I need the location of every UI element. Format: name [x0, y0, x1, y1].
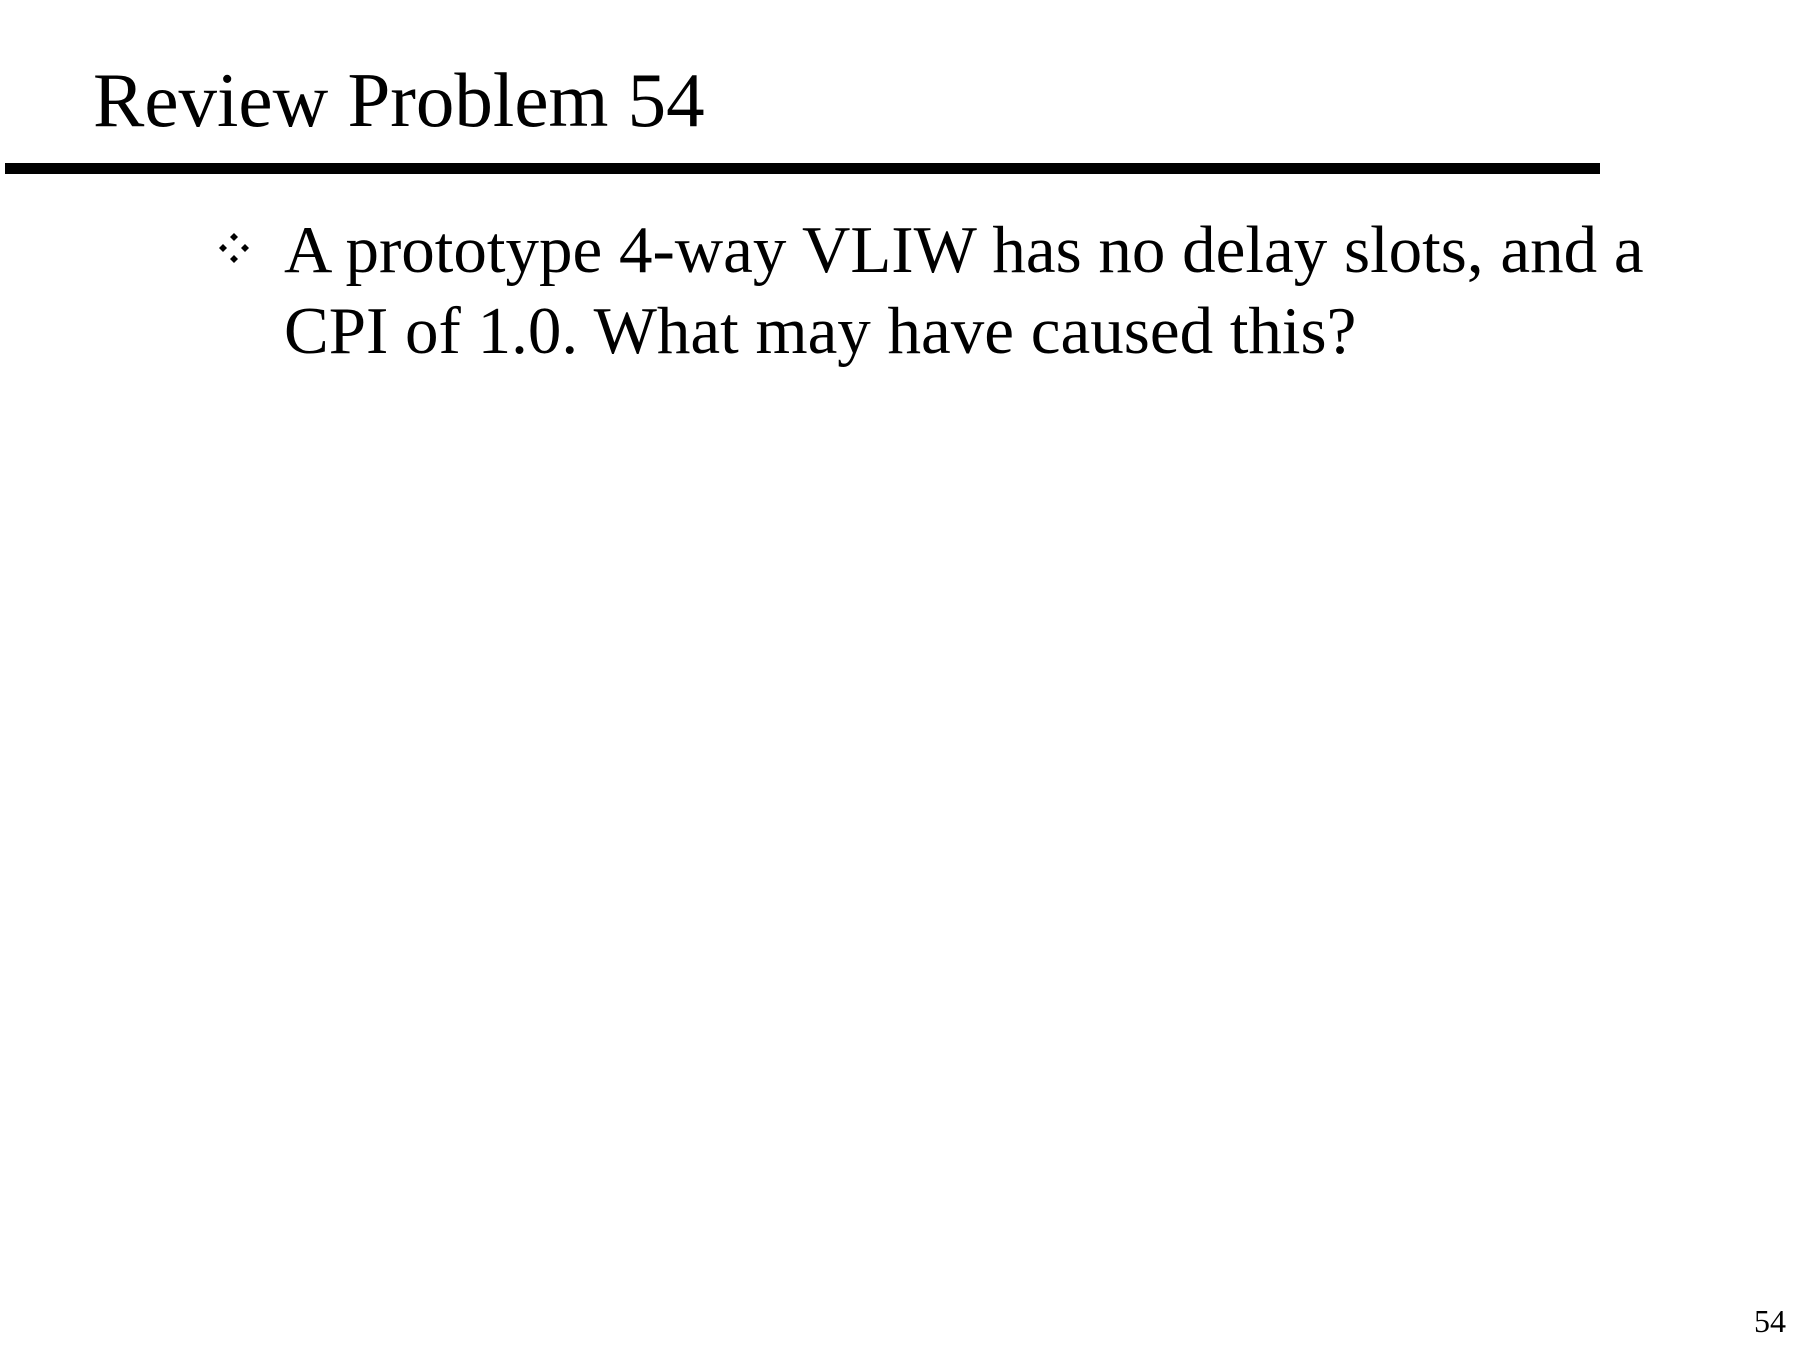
page-number: 54: [1754, 1303, 1786, 1339]
slide-title: Review Problem 54: [93, 57, 705, 143]
diamond-bullet-icon: [219, 233, 249, 263]
slide: Review Problem 54 A prototype 4-way VLIW…: [0, 0, 1800, 1350]
title-divider: [5, 163, 1600, 174]
bullet-text: A prototype 4-way VLIW has no delay slot…: [284, 213, 1644, 368]
